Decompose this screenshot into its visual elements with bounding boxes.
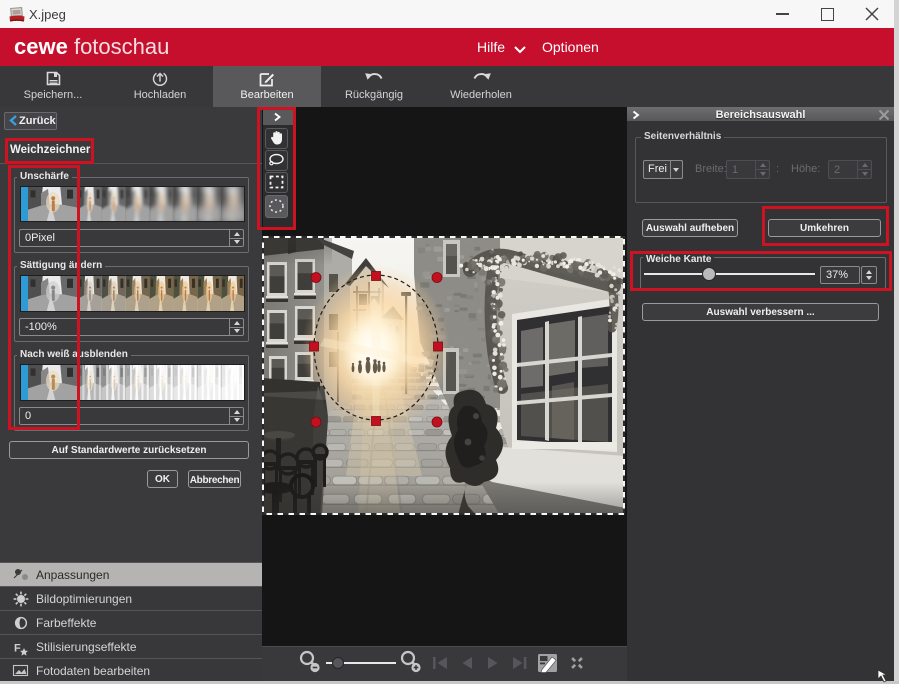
- svg-text:F: F: [14, 643, 21, 655]
